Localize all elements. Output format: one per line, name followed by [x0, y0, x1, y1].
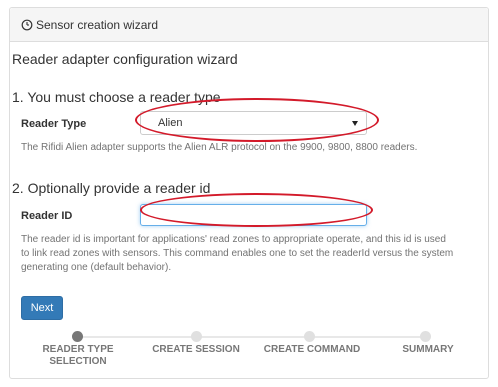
progress-dot-summary [420, 331, 431, 342]
progress-step-reader-type[interactable]: READER TYPE SELECTION [28, 344, 128, 368]
progress-step-summary[interactable]: SUMMARY [388, 344, 468, 356]
progress-step-create-command[interactable]: CREATE COMMAND [252, 344, 372, 356]
progress-track [77, 336, 426, 338]
progress-step-label: CREATE COMMAND [263, 344, 361, 355]
progress-step-create-session[interactable]: CREATE SESSION [140, 344, 252, 356]
step2-heading: 2. Optionally provide a reader id [12, 180, 211, 196]
reader-id-help-line1: The reader id is important for applicati… [21, 234, 446, 245]
progress-step-label: CREATE SESSION [152, 344, 240, 355]
reader-id-help-line3: generating one (default behavior). [21, 262, 172, 273]
reader-id-help-line2: to link read zones with sensors. This co… [21, 248, 454, 259]
panel-title: Sensor creation wizard [36, 17, 159, 32]
reader-type-label: Reader Type [21, 118, 87, 130]
progress-dot-reader-type [72, 331, 83, 342]
clock-icon [21, 19, 33, 31]
progress-step-label-line1: READER TYPE [42, 344, 114, 355]
progress-step-label-line2: SELECTION [49, 356, 107, 367]
reader-id-label: Reader ID [21, 210, 73, 222]
reader-type-value: Alien [158, 117, 183, 129]
progress-dot-create-session [191, 331, 202, 342]
chevron-down-icon [352, 121, 358, 126]
reader-type-help: The Rifidi Alien adapter supports the Al… [21, 142, 418, 153]
step1-heading: 1. You must choose a reader type [12, 89, 221, 105]
reader-id-input[interactable] [140, 204, 367, 226]
progress-dot-create-command [304, 331, 315, 342]
next-button[interactable]: Next [21, 296, 63, 320]
panel-heading: Sensor creation wizard [10, 8, 488, 42]
reader-type-select[interactable]: Alien [140, 111, 367, 135]
progress-step-label: SUMMARY [402, 344, 454, 355]
wizard-title: Reader adapter configuration wizard [12, 51, 238, 67]
